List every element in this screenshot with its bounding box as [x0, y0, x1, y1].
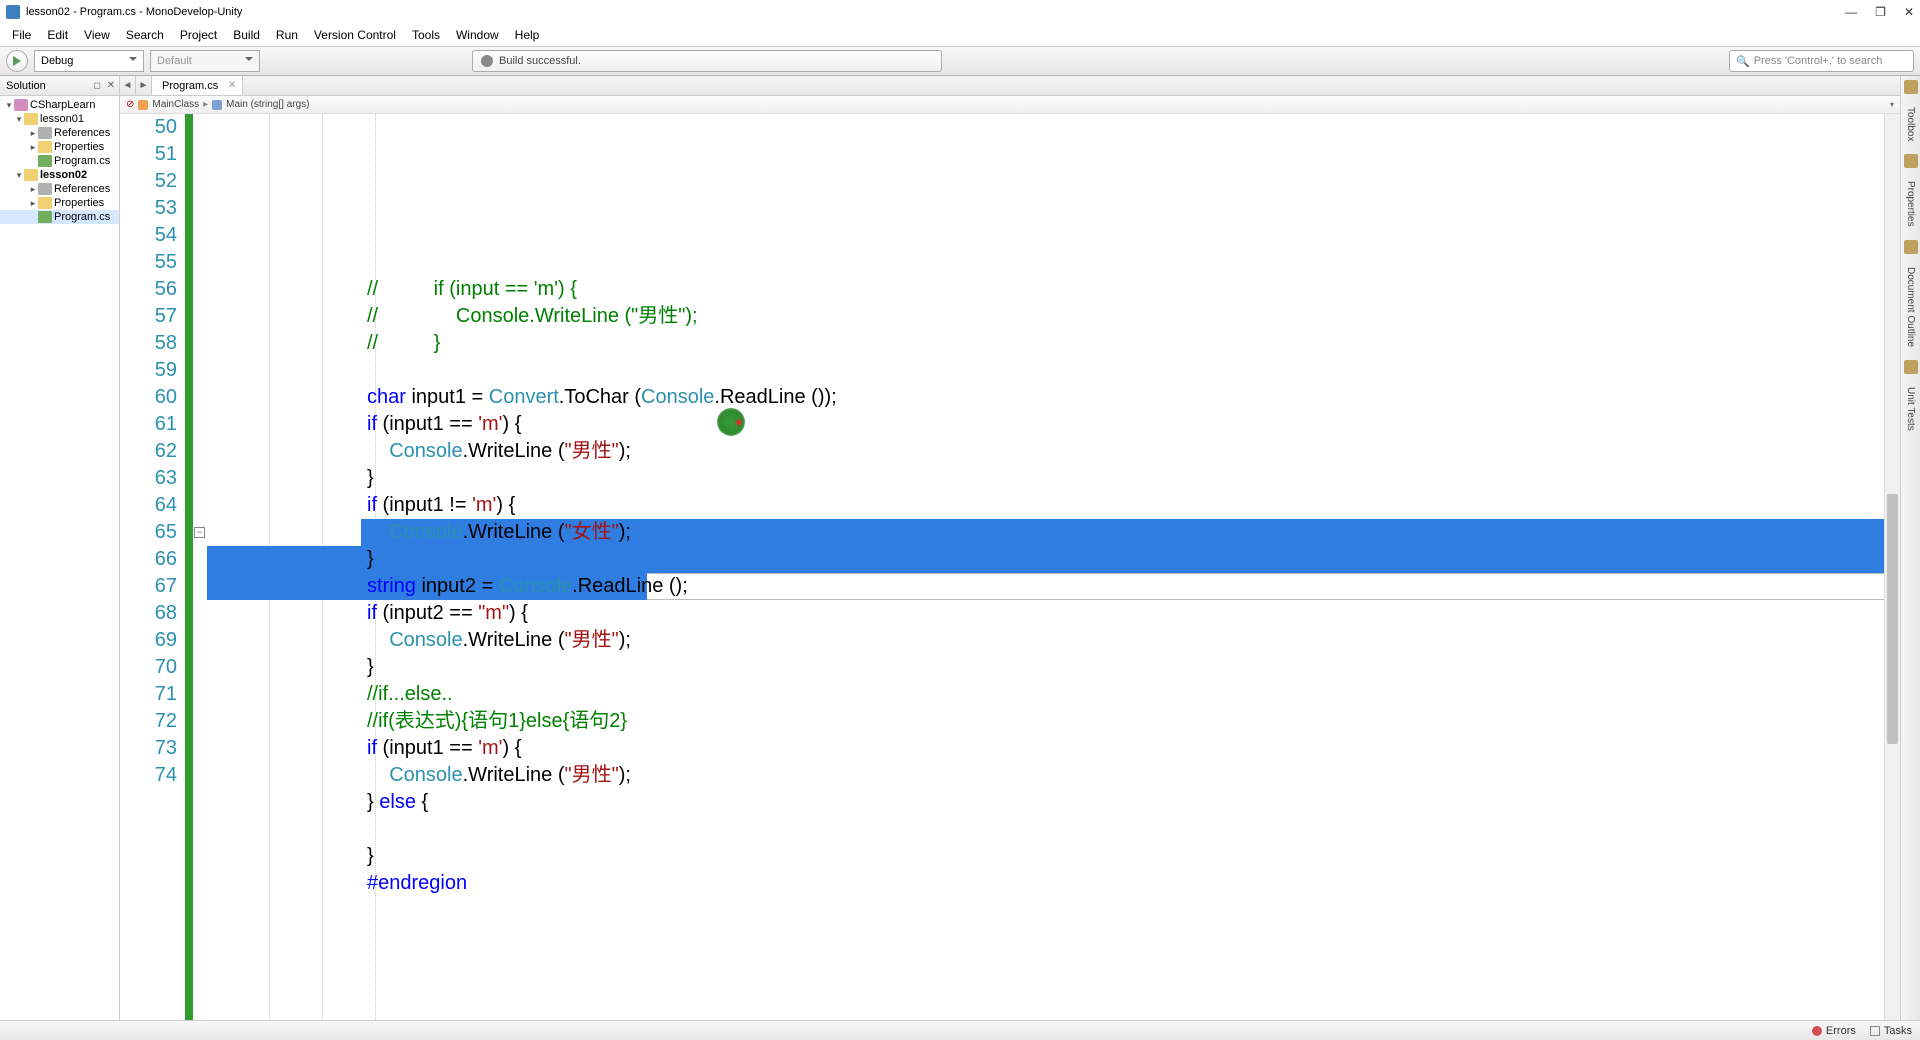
tab-nav-back[interactable]: ◄	[120, 76, 136, 95]
document-outline-icon	[1904, 240, 1918, 254]
maximize-button[interactable]: ❐	[1875, 5, 1886, 19]
app-icon	[6, 5, 20, 19]
tree-node-program-cs[interactable]: Program.cs	[0, 154, 119, 168]
code-line-66[interactable]: //if(表达式){语句1}else{语句2}	[207, 708, 1884, 735]
solution-pad-header: Solution ◻ ✕	[0, 76, 119, 96]
menu-help[interactable]: Help	[509, 26, 546, 44]
solution-tree[interactable]: ▾CSharpLearn▾lesson01▸References▸Propert…	[0, 96, 119, 1020]
close-button[interactable]: ✕	[1904, 5, 1914, 19]
code-line-62[interactable]: if (input2 == "m") {	[207, 600, 1884, 627]
code-line-53[interactable]	[207, 357, 1884, 384]
code-line-61[interactable]: string input2 = Console.ReadLine ();	[207, 573, 1884, 600]
search-icon: 🔍	[1736, 55, 1750, 68]
code-line-52[interactable]: // }	[207, 330, 1884, 357]
code-line-58[interactable]: if (input1 != 'm') {	[207, 492, 1884, 519]
run-button[interactable]	[6, 50, 28, 72]
pad-autohide-icon[interactable]: ◻	[94, 80, 101, 91]
fold-toggle[interactable]: −	[194, 527, 205, 538]
unit-tests-icon	[1904, 360, 1918, 374]
code-line-72[interactable]: #endregion	[207, 870, 1884, 897]
vertical-scrollbar[interactable]	[1884, 114, 1900, 1020]
menu-window[interactable]: Window	[450, 26, 505, 44]
code-line-71[interactable]: }	[207, 843, 1884, 870]
titlebar: lesson02 - Program.cs - MonoDevelop-Unit…	[0, 0, 1920, 24]
tree-node-lesson02[interactable]: ▾lesson02	[0, 168, 119, 182]
tree-node-program-cs[interactable]: Program.cs	[0, 210, 119, 224]
dock-tab-properties[interactable]: Properties	[1903, 174, 1918, 234]
code-line-68[interactable]: Console.WriteLine ("男性");	[207, 762, 1884, 789]
code-line-65[interactable]: //if...else..	[207, 681, 1884, 708]
menu-tools[interactable]: Tools	[406, 26, 446, 44]
code-line-56[interactable]: Console.WriteLine ("男性");	[207, 438, 1884, 465]
class-icon	[138, 100, 148, 110]
code-line-59[interactable]: Console.WriteLine ("女性");	[207, 519, 1884, 546]
properties-icon	[1904, 154, 1918, 168]
menu-build[interactable]: Build	[227, 26, 266, 44]
window-title: lesson02 - Program.cs - MonoDevelop-Unit…	[26, 6, 242, 18]
code-line-57[interactable]: }	[207, 465, 1884, 492]
pad-close-icon[interactable]: ✕	[107, 80, 115, 91]
status-errors[interactable]: Errors	[1812, 1025, 1856, 1037]
error-icon	[1812, 1026, 1822, 1036]
code-line-60[interactable]: }	[207, 546, 1884, 573]
dock-tab-toolbox[interactable]: Toolbox	[1903, 100, 1918, 148]
toolbar: Debug Default Build successful. 🔍 Press …	[0, 46, 1920, 76]
menu-run[interactable]: Run	[270, 26, 304, 44]
tree-node-lesson01[interactable]: ▾lesson01	[0, 112, 119, 126]
code-line-64[interactable]: }	[207, 654, 1884, 681]
menu-edit[interactable]: Edit	[41, 26, 74, 44]
tree-node-properties[interactable]: ▸Properties	[0, 196, 119, 210]
menu-file[interactable]: File	[6, 26, 37, 44]
code-line-73[interactable]	[207, 897, 1884, 924]
menu-project[interactable]: Project	[174, 26, 223, 44]
no-sel-icon: ⊘	[126, 99, 134, 110]
code-line-67[interactable]: if (input1 == 'm') {	[207, 735, 1884, 762]
code-editor[interactable]: 5051525354555657585960616263646566676869…	[120, 114, 1900, 1020]
status-ok-icon	[481, 55, 493, 67]
statusbar: Errors Tasks	[0, 1020, 1920, 1040]
tab-program-cs[interactable]: Program.cs✕	[152, 76, 243, 95]
menu-search[interactable]: Search	[120, 26, 170, 44]
tab-strip: ◄ ► Program.cs✕	[120, 76, 1900, 96]
config-combo[interactable]: Debug	[34, 50, 144, 72]
code-line-54[interactable]: char input1 = Convert.ToChar (Console.Re…	[207, 384, 1884, 411]
code-line-51[interactable]: // Console.WriteLine ("男性");	[207, 303, 1884, 330]
dock-tab-document-outline[interactable]: Document Outline	[1903, 260, 1918, 354]
tree-node-references[interactable]: ▸References	[0, 126, 119, 140]
cursor-highlight: ✱	[717, 408, 745, 436]
code-line-63[interactable]: Console.WriteLine ("男性");	[207, 627, 1884, 654]
code-line-55[interactable]: if (input1 == 'm') {	[207, 411, 1884, 438]
breadcrumb[interactable]: ⊘ MainClass ▸ Main (string[] args) ▾	[120, 96, 1900, 114]
toolbox-icon	[1904, 80, 1918, 94]
task-icon	[1870, 1026, 1880, 1036]
change-marker	[185, 114, 193, 1020]
tab-close-icon[interactable]: ✕	[228, 80, 236, 91]
menu-version-control[interactable]: Version Control	[308, 26, 402, 44]
tree-node-csharplearn[interactable]: ▾CSharpLearn	[0, 98, 119, 112]
menubar: FileEditViewSearchProjectBuildRunVersion…	[0, 24, 1920, 46]
tree-node-properties[interactable]: ▸Properties	[0, 140, 119, 154]
target-combo[interactable]: Default	[150, 50, 260, 72]
status-tasks[interactable]: Tasks	[1870, 1025, 1912, 1037]
solution-pad: Solution ◻ ✕ ▾CSharpLearn▾lesson01▸Refer…	[0, 76, 120, 1020]
breadcrumb-dropdown-icon[interactable]: ▾	[1890, 100, 1894, 109]
minimize-button[interactable]: —	[1845, 5, 1857, 19]
menu-view[interactable]: View	[78, 26, 116, 44]
line-number-gutter: 5051525354555657585960616263646566676869…	[120, 114, 185, 1020]
code-line-69[interactable]: } else {	[207, 789, 1884, 816]
dock-tab-unit-tests[interactable]: Unit Tests	[1903, 380, 1918, 438]
code-line-70[interactable]	[207, 816, 1884, 843]
right-dock: Toolbox Properties Document Outline Unit Te…	[1900, 76, 1920, 1020]
tab-nav-fwd[interactable]: ►	[136, 76, 152, 95]
build-status: Build successful.	[472, 50, 942, 72]
code-line-74[interactable]	[207, 924, 1884, 951]
fold-column[interactable]: −	[193, 114, 207, 1020]
tree-node-references[interactable]: ▸References	[0, 182, 119, 196]
search-input[interactable]: 🔍 Press 'Control+,' to search	[1729, 50, 1914, 72]
code-area[interactable]: ✱ // if (input == 'm') {// Console.Write…	[207, 114, 1884, 1020]
code-line-50[interactable]: // if (input == 'm') {	[207, 276, 1884, 303]
method-icon	[212, 100, 222, 110]
